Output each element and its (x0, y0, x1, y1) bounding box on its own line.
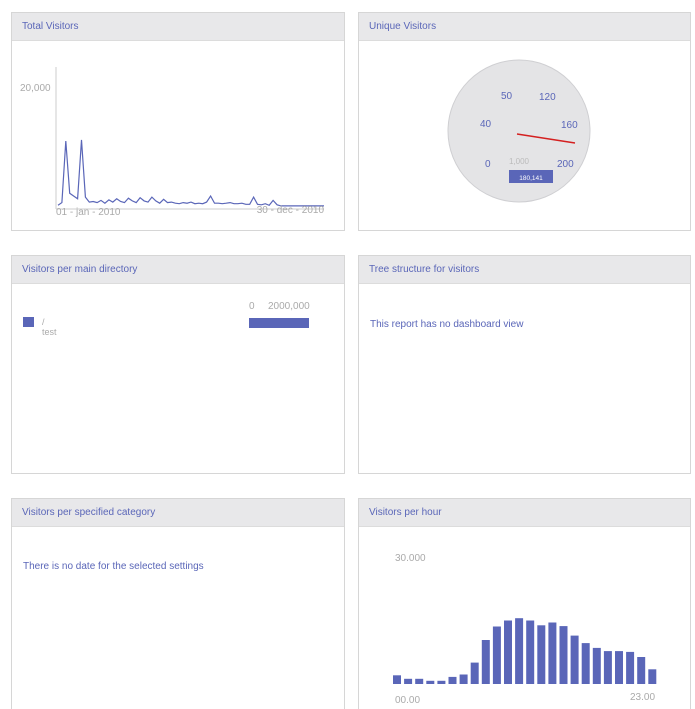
unique-visitors-gauge: 0 40 50 120 160 200 1,000 180,141 (359, 41, 690, 230)
total-visitors-panel: Total Visitors 20,000 01 - jan - 2010 30… (11, 12, 345, 231)
hour-bar-03.00 (426, 680, 435, 684)
panel-title[interactable]: Tree structure for visitors (359, 256, 690, 284)
directory-bar (249, 318, 309, 328)
x-axis-start-label: 00.00 (395, 695, 421, 706)
per-hour-chart: 30.000 00.00 23.00 (359, 527, 690, 709)
gauge-label-160: 160 (561, 120, 578, 131)
main-directory-chart: 0 2000,000 / test (12, 284, 344, 473)
hour-bar-21.00 (626, 651, 635, 684)
hour-bar-10.00 (504, 620, 512, 684)
legend-swatch (23, 317, 34, 327)
gauge-readout-value: 180,141 (519, 175, 543, 182)
hour-bar-01.00 (404, 678, 413, 684)
hour-bar-06.00 (459, 674, 468, 684)
gauge-svg: 0 40 50 120 160 200 1,000 180,141 (447, 59, 591, 203)
gauge-label-40: 40 (480, 119, 492, 130)
hour-bar-16.00 (570, 635, 579, 684)
total-visitors-series-line (57, 139, 324, 207)
hour-bar-22.00 (637, 657, 646, 684)
hour-bar-20.00 (615, 651, 623, 684)
gauge-label-120: 120 (539, 92, 556, 103)
gauge-label-200: 200 (557, 159, 574, 170)
no-data-message: There is no date for the selected settin… (23, 561, 204, 572)
no-dashboard-message: This report has no dashboard view (370, 319, 524, 330)
hour-bar-07.00 (470, 662, 479, 684)
hour-bar-13.00 (537, 625, 546, 684)
gauge-label-50: 50 (501, 91, 513, 102)
panel-title[interactable]: Visitors per hour (359, 499, 690, 527)
panel-title[interactable]: Unique Visitors (359, 13, 690, 41)
gauge-inner-label: 1,000 (509, 157, 530, 166)
per-hour-panel: Visitors per hour 30.000 00.00 23.00 (358, 498, 691, 709)
total-visitors-chart: 20,000 01 - jan - 2010 30 - dec - 2010 (12, 41, 344, 230)
scale-max-label: 2000,000 (268, 301, 310, 312)
hour-bar-17.00 (581, 643, 590, 684)
hour-bar-05.00 (448, 676, 457, 684)
panel-title[interactable]: Visitors per specified category (12, 499, 344, 527)
x-axis-end-label: 30 - dec - 2010 (256, 205, 324, 216)
hour-bar-09.00 (492, 626, 501, 684)
gauge-label-0: 0 (485, 159, 491, 170)
unique-visitors-panel: Unique Visitors 0 40 50 120 160 200 1,00… (358, 12, 691, 231)
scale-min-label: 0 (249, 301, 255, 312)
hour-bar-23.00 (648, 669, 657, 684)
hour-bar-11.00 (515, 618, 524, 684)
hour-bar-08.00 (481, 640, 490, 684)
hour-bar-19.00 (603, 651, 612, 684)
hour-bar-04.00 (437, 680, 446, 684)
hour-bar-00.00 (393, 675, 401, 684)
hour-bar-18.00 (592, 647, 601, 684)
hour-bar-02.00 (415, 678, 424, 684)
panel-title[interactable]: Total Visitors (12, 13, 344, 41)
specified-category-panel: Visitors per specified category There is… (11, 498, 345, 709)
per-hour-bar-chart (393, 618, 657, 684)
hour-bar-15.00 (559, 626, 568, 684)
total-visitors-line-chart (55, 67, 324, 210)
x-axis-start-label: 01 - jan - 2010 (56, 207, 121, 218)
panel-title[interactable]: Visitors per main directory (12, 256, 344, 284)
legend-label: test (42, 327, 57, 337)
hour-bar-12.00 (526, 620, 535, 684)
x-axis-end-label: 23.00 (630, 692, 656, 703)
main-directory-panel: Visitors per main directory 0 2000,000 /… (11, 255, 345, 474)
tree-structure-panel: Tree structure for visitors This report … (358, 255, 691, 474)
legend-slash: / (42, 317, 45, 327)
hour-bar-14.00 (548, 622, 557, 684)
